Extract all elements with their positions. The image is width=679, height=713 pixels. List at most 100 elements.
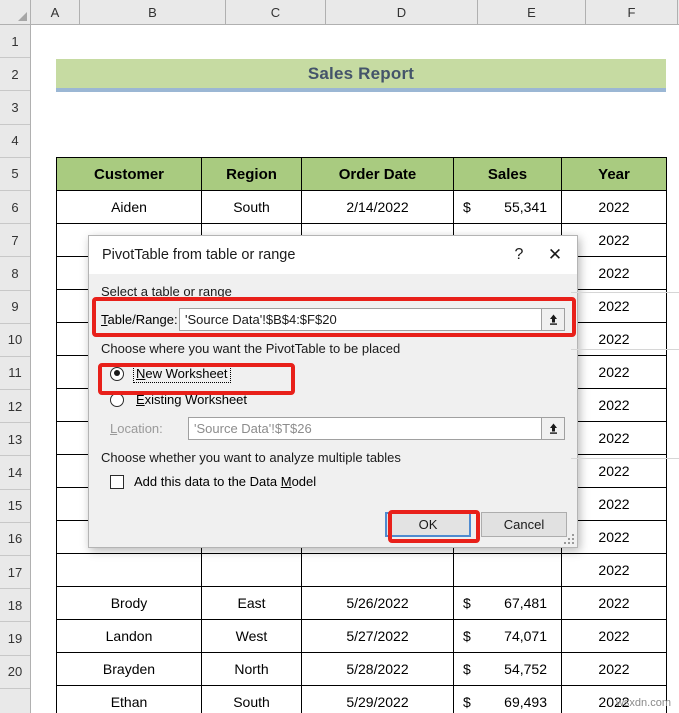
new-worksheet-option[interactable]: New Worksheet [110, 364, 565, 383]
currency-symbol: $ [463, 694, 471, 710]
dialog-title: PivotTable from table or range [102, 247, 296, 263]
sales-report-title-banner: Sales Report [56, 59, 666, 92]
table-row: 2022 [56, 553, 667, 587]
multiple-tables-group-label: Choose whether you want to analyze multi… [101, 450, 679, 465]
select-range-group-label: Select a table or range [101, 284, 679, 299]
row-header-3[interactable]: 3 [0, 91, 30, 125]
row-header-1[interactable]: 1 [0, 25, 30, 59]
data-model-option[interactable]: Add this data to the Data Model [110, 474, 565, 489]
row-header-column: 1 2 3 4 5 6 7 8 9 10 11 12 13 14 15 16 1… [0, 25, 31, 713]
cell-region[interactable] [201, 553, 302, 587]
existing-worksheet-radio-icon[interactable] [110, 392, 124, 407]
column-header-b[interactable]: B [80, 0, 226, 24]
cell-year[interactable]: 2022 [561, 652, 667, 686]
resize-grip-icon[interactable] [562, 532, 574, 544]
existing-worksheet-option[interactable]: Existing Worksheet [110, 391, 565, 408]
cell-customer[interactable]: Ethan [56, 685, 202, 713]
sales-amount: 55,341 [504, 199, 547, 215]
cell-year[interactable]: 2022 [561, 190, 667, 224]
cell-order-date[interactable]: 5/28/2022 [301, 652, 454, 686]
cell-customer[interactable]: Landon [56, 619, 202, 653]
cell-sales[interactable]: $69,493 [453, 685, 562, 713]
cell-year[interactable]: 2022 [561, 619, 667, 653]
row-header-10[interactable]: 10 [0, 323, 30, 357]
cell-year[interactable]: 2022 [561, 553, 667, 587]
row-header-5[interactable]: 5 [0, 157, 30, 191]
help-icon[interactable]: ? [501, 239, 537, 271]
row-header-13[interactable]: 13 [0, 423, 30, 457]
cell-order-date[interactable]: 2/14/2022 [301, 190, 454, 224]
excel-screenshot: A B C D E F 1 2 3 4 5 6 7 8 9 10 11 12 1… [0, 0, 679, 713]
row-header-15[interactable]: 15 [0, 489, 30, 523]
cell-order-date[interactable]: 5/29/2022 [301, 685, 454, 713]
cell-order-date[interactable]: 5/26/2022 [301, 586, 454, 620]
column-header-a[interactable]: A [31, 0, 80, 24]
dialog-title-bar[interactable]: PivotTable from table or range ? ✕ [89, 236, 577, 274]
location-picker-button[interactable] [541, 417, 565, 440]
row-header-20[interactable]: 20 [0, 655, 30, 689]
row-header-18[interactable]: 18 [0, 589, 30, 623]
existing-worksheet-label: Existing Worksheet [136, 392, 248, 407]
column-sales-header: Sales [453, 157, 562, 191]
row-header-6[interactable]: 6 [0, 190, 30, 225]
data-model-checkbox-icon[interactable] [110, 474, 124, 489]
row-header-9[interactable]: 9 [0, 290, 30, 324]
row-header-2[interactable]: 2 [0, 58, 30, 92]
row-header-4[interactable]: 4 [0, 124, 30, 158]
cell-region[interactable]: South [201, 685, 302, 713]
location-input[interactable]: 'Source Data'!$T$26 [188, 417, 542, 440]
column-customer-header: Customer [56, 157, 202, 191]
ok-button[interactable]: OK [385, 512, 471, 537]
cell-customer[interactable]: Brody [56, 586, 202, 620]
cancel-button[interactable]: Cancel [481, 512, 567, 537]
new-worksheet-radio-icon[interactable] [110, 366, 124, 381]
row-header-7[interactable]: 7 [0, 224, 30, 258]
cell-region[interactable]: North [201, 652, 302, 686]
new-worksheet-label: New Worksheet [133, 364, 231, 383]
row-header-19[interactable]: 19 [0, 622, 30, 656]
column-header-e[interactable]: E [478, 0, 586, 24]
select-all-corner[interactable] [0, 0, 31, 24]
cell-region[interactable]: West [201, 619, 302, 653]
cell-order-date[interactable] [301, 553, 454, 587]
row-header-14[interactable]: 14 [0, 456, 30, 490]
column-header-c[interactable]: C [226, 0, 326, 24]
cell-customer[interactable] [56, 553, 202, 587]
row-header-17[interactable]: 17 [0, 556, 30, 590]
currency-symbol: $ [463, 628, 471, 644]
cell-customer[interactable]: Aiden [56, 190, 202, 224]
column-region-header: Region [201, 157, 302, 191]
location-field-row: Location: 'Source Data'!$T$26 [110, 417, 565, 440]
sales-amount: 54,752 [504, 661, 547, 677]
row-header-11[interactable]: 11 [0, 356, 30, 391]
range-picker-button[interactable] [541, 308, 565, 331]
column-year-header: Year [561, 157, 667, 191]
cell-sales[interactable]: $74,071 [453, 619, 562, 653]
cell-sales[interactable] [453, 553, 562, 587]
cell-region[interactable]: South [201, 190, 302, 224]
row-header-12[interactable]: 12 [0, 390, 30, 424]
sales-amount: 67,481 [504, 595, 547, 611]
table-range-input[interactable]: 'Source Data'!$B$4:$F$20 [179, 308, 542, 331]
cell-region[interactable]: East [201, 586, 302, 620]
page-title: Sales Report [307, 63, 415, 83]
close-icon[interactable]: ✕ [537, 239, 573, 271]
select-all-triangle-icon [18, 12, 27, 21]
table-row: Brody East 5/26/2022 $67,481 2022 [56, 586, 667, 620]
row-header-8[interactable]: 8 [0, 257, 30, 291]
cell-order-date[interactable]: 5/27/2022 [301, 619, 454, 653]
column-header-f[interactable]: F [586, 0, 678, 24]
cell-sales[interactable]: $67,481 [453, 586, 562, 620]
currency-symbol: $ [463, 661, 471, 677]
row-header-16[interactable]: 16 [0, 522, 30, 556]
table-range-field-row: Table/Range: 'Source Data'!$B$4:$F$20 [101, 308, 565, 331]
cell-sales[interactable]: $54,752 [453, 652, 562, 686]
column-header-d[interactable]: D [326, 0, 478, 24]
cell-customer[interactable]: Brayden [56, 652, 202, 686]
cell-sales[interactable]: $55,341 [453, 190, 562, 224]
watermark: wsxdn.com [615, 697, 671, 709]
cell-year[interactable]: 2022 [561, 586, 667, 620]
column-order-date-header: Order Date [301, 157, 454, 191]
table-row: Landon West 5/27/2022 $74,071 2022 [56, 619, 667, 653]
currency-symbol: $ [463, 199, 471, 215]
